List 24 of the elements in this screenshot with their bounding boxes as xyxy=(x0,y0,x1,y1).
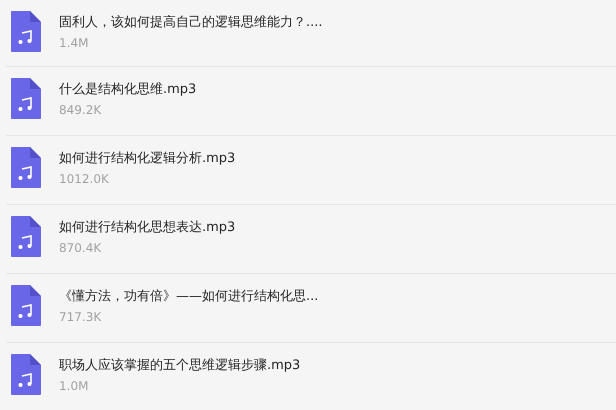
file-row[interactable]: 如何进行结构化逻辑分析.mp3 1012.0K xyxy=(6,136,616,205)
file-name: 《懂方法，功有倍》——如何进行结构化思... xyxy=(59,288,318,306)
file-row[interactable]: 如何进行结构化思想表达.mp3 870.4K xyxy=(6,205,616,274)
file-size: 849.2K xyxy=(59,102,102,118)
music-file-icon xyxy=(11,285,41,326)
file-size: 1.4M xyxy=(59,35,90,51)
file-size: 717.3K xyxy=(59,309,102,325)
music-file-icon xyxy=(11,354,41,395)
file-row[interactable]: 《懂方法，功有倍》——如何进行结构化思... 717.3K xyxy=(6,274,616,343)
music-file-icon xyxy=(11,216,41,257)
file-name: 什么是结构化思维.mp3 xyxy=(59,81,196,99)
file-row[interactable]: 固利人，该如何提高自己的逻辑思维能力？.... 1.4M xyxy=(6,0,616,67)
file-row[interactable]: 什么是结构化思维.mp3 849.2K xyxy=(6,67,616,136)
file-size: 870.4K xyxy=(59,240,102,256)
file-name: 如何进行结构化逻辑分析.mp3 xyxy=(59,150,236,168)
music-file-icon xyxy=(11,78,41,119)
music-file-icon xyxy=(11,11,41,52)
file-name: 职场人应该掌握的五个思维逻辑步骤.mp3 xyxy=(59,357,300,375)
file-name: 固利人，该如何提高自己的逻辑思维能力？.... xyxy=(59,14,323,32)
file-name: 如何进行结构化思想表达.mp3 xyxy=(59,219,236,237)
file-size: 1012.0K xyxy=(59,171,110,187)
music-file-icon xyxy=(11,147,41,188)
file-size: 1.0M xyxy=(59,378,90,394)
file-row[interactable]: 职场人应该掌握的五个思维逻辑步骤.mp3 1.0M xyxy=(6,343,616,410)
